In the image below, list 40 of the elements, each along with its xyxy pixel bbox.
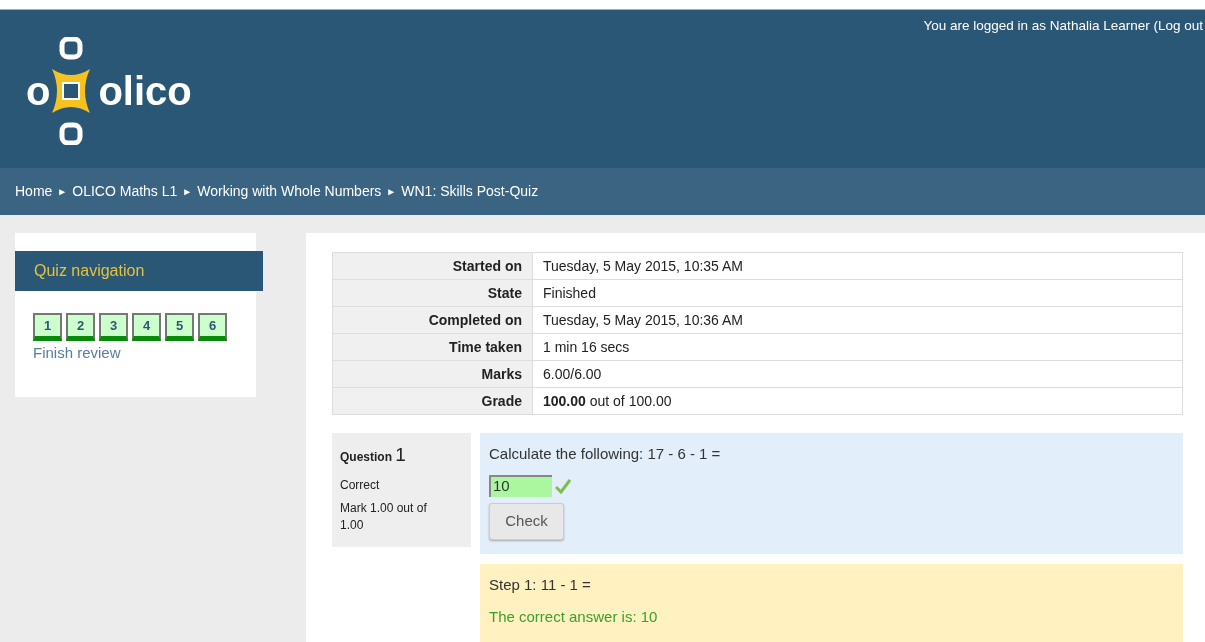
summary-label: Completed on	[332, 306, 533, 334]
answer-field[interactable]: 10	[489, 474, 552, 497]
breadcrumb-separator: ►	[182, 185, 193, 199]
correct-answer-text: The correct answer is: 10	[489, 606, 659, 627]
breadcrumb-link[interactable]: WN1: Skills Post-Quiz	[401, 181, 539, 202]
checkmark-icon	[555, 477, 571, 494]
summary-value: 1 min 16 secs	[532, 333, 1183, 361]
question-nav-button[interactable]: 3	[99, 313, 128, 341]
question-nav-button[interactable]: 2	[66, 313, 95, 341]
logout-link[interactable]: (Log out	[1153, 18, 1203, 33]
breadcrumb-separator: ►	[386, 185, 397, 199]
breadcrumb-link[interactable]: Home	[15, 181, 53, 202]
summary-value: 6.00/6.00	[532, 360, 1183, 388]
login-info: You are logged in as Nathalia Learner	[923, 18, 1151, 33]
breadcrumb-separator: ►	[57, 185, 68, 199]
summary-label: Grade	[332, 387, 533, 415]
feedback-step: Step 1: 11 - 1 =	[489, 574, 1183, 597]
logo-wordmark: olico	[98, 71, 192, 111]
finish-review-link[interactable]: Finish review	[15, 342, 256, 365]
block-title: Quiz navigation	[15, 251, 263, 291]
question-mark: Mark 1.00 out of 1.00	[340, 499, 428, 534]
breadcrumb-link[interactable]: Working with Whole Numbers	[197, 181, 382, 202]
breadcrumb-link[interactable]: OLICO Maths L1	[72, 181, 178, 202]
summary-value: Tuesday, 5 May 2015, 10:36 AM	[532, 306, 1183, 334]
question-nav-button[interactable]: 5	[165, 313, 194, 341]
summary-label: Time taken	[332, 333, 533, 361]
summary-label: State	[332, 279, 533, 307]
logo-letter: o	[26, 71, 51, 111]
question-prompt: Calculate the following: 17 - 6 - 1 =	[489, 444, 722, 464]
summary-label: Marks	[332, 360, 533, 388]
question-nav-button[interactable]: 4	[132, 313, 161, 341]
summary-value: Finished	[532, 279, 1183, 307]
summary-value: 100.00 out of 100.00	[532, 387, 1183, 415]
summary-value: Tuesday, 5 May 2015, 10:35 AM	[532, 252, 1183, 280]
question-heading: Question 1	[340, 443, 407, 467]
check-button[interactable]: Check	[489, 502, 564, 540]
question-nav-button[interactable]: 1	[33, 313, 62, 341]
question-nav-button[interactable]: 6	[198, 313, 227, 341]
question-status: Correct	[340, 476, 381, 494]
summary-label: Started on	[332, 252, 533, 280]
